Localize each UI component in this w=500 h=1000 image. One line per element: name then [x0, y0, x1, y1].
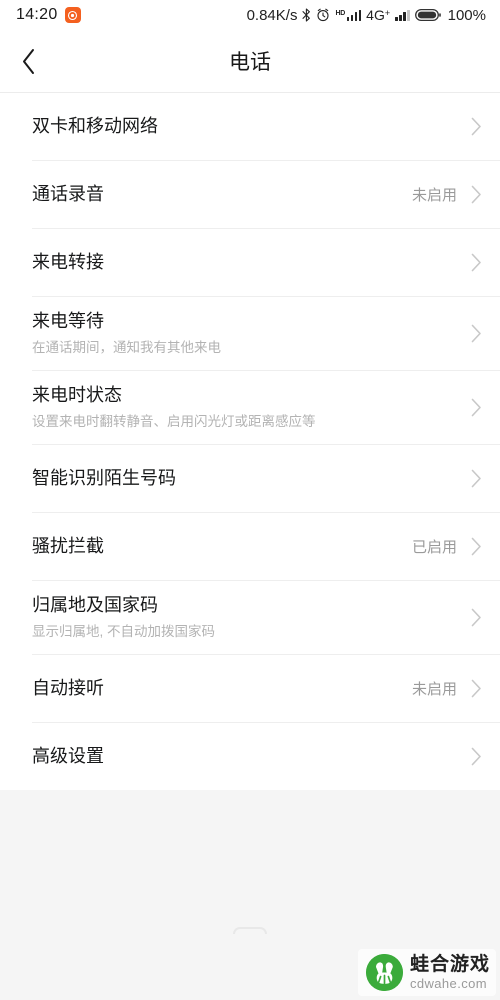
settings-row-subtitle: 设置来电时翻转静音、启用闪光灯或距离感应等 [32, 413, 316, 429]
settings-row[interactable]: 双卡和移动网络 [0, 93, 500, 160]
status-bar-left: 14:20 [16, 6, 81, 24]
settings-row-value: 未启用 [411, 187, 457, 204]
settings-row-title: 来电时状态 [32, 385, 122, 406]
status-bar: 14:20 0.84K/s HD 4G + 100% [0, 0, 500, 30]
settings-row-title: 来电等待 [32, 311, 104, 332]
settings-row-title: 归属地及国家码 [32, 595, 158, 616]
battery-percent: 100% [447, 6, 486, 24]
settings-row-title: 自动接听 [32, 677, 104, 698]
settings-row-subtitle: 在通话期间，通知我有其他来电 [32, 339, 221, 355]
battery-full-icon [414, 8, 441, 22]
settings-row-title: 来电转接 [32, 251, 104, 272]
chevron-right-icon [471, 253, 482, 272]
settings-row[interactable]: 来电转接 [0, 229, 500, 296]
settings-row-main: 来电等待在通话期间，通知我有其他来电 [32, 310, 471, 357]
alarm-clock-icon [316, 8, 330, 22]
settings-row[interactable]: 骚扰拦截 已启用 [0, 513, 500, 580]
settings-list: 双卡和移动网络 通话录音 未启用 来电转接 来电等待 在通话期间，通知我有其他来电 来电时状… [0, 93, 500, 790]
settings-row-main: 智能识别陌生号码 [32, 467, 471, 490]
network-type-plus: + [384, 8, 391, 18]
settings-row[interactable]: 高级设置 [0, 723, 500, 790]
page-filler: 蛙合游戏 cdwahe.com [0, 790, 500, 1000]
chevron-right-icon [471, 324, 482, 343]
back-button[interactable] [0, 30, 56, 93]
settings-row-main: 来电时状态设置来电时翻转静音、启用闪光灯或距离感应等 [32, 384, 471, 431]
watermark-name: 蛙合游戏 [409, 954, 490, 975]
chevron-right-icon [471, 608, 482, 627]
phone-screen: 14:20 0.84K/s HD 4G + 100% 电话 双卡和移动网络 通话… [0, 0, 500, 1000]
settings-row[interactable]: 来电时状态设置来电时翻转静音、启用闪光灯或距离感应等 [0, 371, 500, 444]
bluetooth-icon [302, 8, 311, 22]
signal-bars-icon-sim1 [346, 9, 362, 21]
settings-row-main: 高级设置 [32, 745, 471, 768]
back-chevron-icon [21, 48, 36, 75]
frog-logo-icon [365, 954, 403, 991]
settings-row-main: 来电转接 [32, 251, 471, 274]
settings-row-subtitle: 显示归属地, 不自动加拨国家码 [32, 623, 216, 639]
settings-row-main: 双卡和移动网络 [32, 115, 471, 138]
hd-signal-group: HD [335, 9, 362, 21]
site-watermark: 蛙合游戏 cdwahe.com [357, 949, 496, 996]
chevron-right-icon [471, 679, 482, 698]
watermark-url: cdwahe.com [409, 976, 487, 991]
settings-row-main: 自动接听 [32, 677, 412, 700]
settings-row-title: 智能识别陌生号码 [32, 467, 176, 488]
chevron-right-icon [471, 185, 482, 204]
network-type-text: 4G [366, 7, 385, 23]
title-bar: 电话 [0, 30, 500, 93]
settings-row-value: 已启用 [411, 539, 457, 556]
settings-row[interactable]: 通话录音 未启用 [0, 161, 500, 228]
settings-row-main: 归属地及国家码显示归属地, 不自动加拨国家码 [32, 594, 471, 641]
hd-label: HD [335, 9, 346, 17]
settings-row-title: 通话录音 [32, 183, 104, 204]
chevron-right-icon [471, 469, 482, 488]
settings-row-title: 高级设置 [32, 745, 104, 766]
network-speed: 0.84K/s [246, 6, 298, 24]
settings-row-title: 双卡和移动网络 [32, 115, 158, 136]
chevron-right-icon [471, 537, 482, 556]
app-notification-icon [64, 7, 81, 23]
chevron-right-icon [471, 117, 482, 136]
gesture-hint-bar [233, 927, 267, 934]
chevron-right-icon [471, 747, 482, 766]
settings-row-value: 未启用 [411, 681, 457, 698]
settings-row[interactable]: 来电等待在通话期间，通知我有其他来电 [0, 297, 500, 370]
settings-row[interactable]: 归属地及国家码显示归属地, 不自动加拨国家码 [0, 581, 500, 654]
settings-row[interactable]: 智能识别陌生号码 [0, 445, 500, 512]
page-title: 电话 [229, 51, 271, 74]
settings-row-main: 骚扰拦截 [32, 535, 412, 558]
signal-bars-icon-sim2 [395, 9, 410, 21]
settings-row[interactable]: 自动接听 未启用 [0, 655, 500, 722]
settings-row-title: 骚扰拦截 [32, 535, 104, 556]
status-time: 14:20 [16, 6, 58, 23]
network-type-label: 4G + [366, 8, 390, 22]
status-bar-right: 0.84K/s HD 4G + 100% [247, 7, 486, 24]
watermark-texts: 蛙合游戏 cdwahe.com [410, 955, 490, 990]
settings-row-main: 通话录音 [32, 183, 412, 206]
chevron-right-icon [471, 398, 482, 417]
